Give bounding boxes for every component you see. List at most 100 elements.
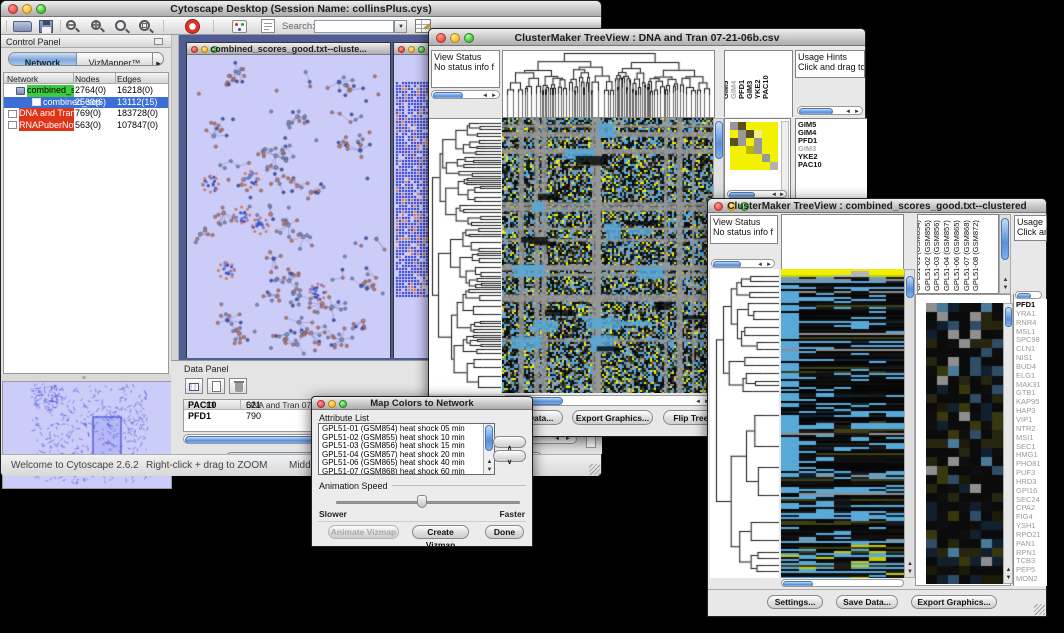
matrix-cell[interactable] (746, 130, 754, 138)
zoom-out-icon[interactable] (65, 19, 80, 34)
tv1-status-scrollbar[interactable]: ◄ ► (431, 90, 500, 99)
save-data--button[interactable]: Save Data... (836, 595, 898, 609)
tv1-row-dendrogram[interactable] (429, 118, 501, 394)
search-input[interactable] (314, 20, 394, 33)
matrix-cell[interactable] (754, 162, 762, 170)
speed-slider-thumb[interactable] (417, 495, 427, 508)
tv2-heatmap-vscrollbar[interactable]: ▲ ▼ (904, 269, 915, 578)
scroll-right-icon[interactable]: ► (565, 436, 571, 443)
move-down-button[interactable]: ∨ (493, 450, 526, 462)
tv2-col-dendrogram[interactable] (781, 214, 904, 269)
network-row[interactable]: DNA and Tran 07769(0)183728(0) (4, 108, 168, 120)
matrix-cell[interactable] (770, 154, 778, 162)
matrix-cell[interactable] (754, 130, 762, 138)
matrix-cell[interactable] (738, 122, 746, 130)
matrix-cell[interactable] (762, 154, 770, 162)
settings--button[interactable]: Settings... (767, 595, 823, 609)
tv1-column-dendrogram[interactable] (502, 50, 715, 118)
treeview2-titlebar[interactable]: ClusterMaker TreeView : combined_scores_… (708, 199, 1046, 213)
tab-vizmapper[interactable]: VizMapper™ (78, 53, 151, 65)
tv2-usage-scrollbar[interactable] (1015, 291, 1042, 299)
matrix-cell[interactable] (746, 146, 754, 154)
tv1-hscrollbar[interactable]: ◄ ► (502, 395, 713, 406)
zoom-fit-icon[interactable] (114, 19, 129, 34)
open-file-icon[interactable] (13, 21, 32, 32)
matrix-cell[interactable] (730, 130, 738, 138)
new-doc-tab-icon[interactable] (207, 378, 225, 394)
matrix-cell[interactable] (770, 122, 778, 130)
matrix-cell[interactable] (754, 122, 762, 130)
resize-grip[interactable] (589, 464, 600, 475)
matrix-cell[interactable] (762, 162, 770, 170)
matrix-cell[interactable] (746, 138, 754, 146)
panel-splitter[interactable] (1, 374, 171, 381)
matrix-cell[interactable] (730, 122, 738, 130)
matrix-cell[interactable] (770, 146, 778, 154)
network-name[interactable]: RNAPuberNov2+ (19, 120, 74, 132)
matrix-cell[interactable] (730, 138, 738, 146)
tv2-col-label[interactable]: GPL51-03 (GSM856) (932, 220, 941, 291)
matrix-cell[interactable] (762, 122, 770, 130)
matrix-cell[interactable] (770, 130, 778, 138)
matrix-cell[interactable] (738, 146, 746, 154)
matrix-cell[interactable] (738, 130, 746, 138)
search-dropdown-button[interactable]: ▼ (394, 20, 407, 33)
done-button[interactable]: Done (485, 525, 524, 539)
resize-grip[interactable] (1034, 604, 1045, 615)
matrix-cell[interactable] (770, 162, 778, 170)
tv2-col-label[interactable]: GPL51-04 (GSM857) (942, 220, 951, 291)
tab-network[interactable]: Network (9, 53, 77, 65)
tv2-col-label[interactable]: GPL51-07 (GSM868) (962, 220, 971, 291)
float-panel-icon[interactable] (154, 38, 163, 45)
tv2-heatmap[interactable] (781, 269, 904, 578)
attribute-list-item[interactable]: GPL51-07 (GSM868) heat shock 60 min (322, 468, 494, 475)
tv2-col-label[interactable]: GPL51-06 (GSM865) (952, 220, 961, 291)
matrix-cell[interactable] (762, 146, 770, 154)
col-edges[interactable]: Edges (117, 74, 141, 84)
zoom-button[interactable] (418, 46, 425, 53)
trash-tab-icon[interactable] (229, 378, 247, 394)
annotation-icon[interactable] (261, 19, 275, 33)
main-titlebar[interactable]: Cytoscape Desktop (Session Name: collins… (1, 1, 601, 17)
export-graphics--button[interactable]: Export Graphics... (911, 595, 997, 609)
matrix-hscrollbar[interactable]: ◄ ► (727, 190, 787, 198)
matrix-cell[interactable] (746, 122, 754, 130)
network-row[interactable]: combined_sco2569(6)13112(15) (4, 97, 168, 109)
tv2-col-label[interactable]: GPL51-01 (GSM854) (917, 220, 922, 291)
zoom-in-icon[interactable] (90, 19, 105, 34)
network-view-titlebar[interactable]: combined_scores_good.txt--cluste... (187, 43, 390, 55)
table-tab-icon[interactable] (185, 378, 203, 394)
speed-slider-track[interactable] (336, 501, 520, 504)
attribute-list-scrollbar[interactable]: ▲ ▼ (483, 424, 494, 474)
matrix-cell[interactable] (754, 146, 762, 154)
treeview1-titlebar[interactable]: ClusterMaker TreeView : DNA and Tran 07-… (429, 29, 865, 46)
tv2-hscrollbar[interactable] (781, 579, 904, 587)
tv2-col-label[interactable]: GPL51-08 (GSM872) (971, 220, 980, 291)
matrix-cell[interactable] (730, 162, 738, 170)
export-graphics--button[interactable]: Export Graphics... (572, 410, 653, 425)
network-row[interactable]: RNAPuberNov2+563(0)107847(0) (4, 120, 168, 132)
matrix-cell[interactable] (738, 162, 746, 170)
network-row[interactable]: combined_scores2764(0)16218(0) (4, 85, 168, 97)
matrix-cell[interactable] (746, 154, 754, 162)
tv1-heatmap[interactable] (502, 118, 713, 393)
matrix-cell[interactable] (730, 146, 738, 154)
close-button[interactable] (398, 46, 405, 53)
matrix-col-label[interactable]: PAC10 (762, 75, 770, 99)
matrix-cell[interactable] (754, 138, 762, 146)
matrix-cell[interactable] (746, 162, 754, 170)
matrix-cell[interactable] (762, 130, 770, 138)
matrix-cell[interactable] (730, 154, 738, 162)
network-name[interactable]: combined_scores (27, 85, 74, 97)
help-lifebuoy-icon[interactable] (185, 19, 200, 34)
gene-label[interactable]: MON2 (1016, 575, 1047, 584)
tv2-col-label[interactable]: GPL51-02 (GSM855) (923, 220, 932, 291)
create-vizmap-button[interactable]: Create Vizmap (412, 525, 469, 539)
matrix-cell[interactable] (738, 138, 746, 146)
network-graph-canvas[interactable] (187, 55, 390, 358)
tab-overflow-arrow[interactable]: ▶ (152, 53, 164, 65)
move-up-button[interactable]: ∧ (493, 436, 526, 448)
minimize-button[interactable] (408, 46, 415, 53)
matrix-row-label[interactable]: PAC10 (798, 161, 867, 169)
matrix-cell[interactable] (738, 154, 746, 162)
